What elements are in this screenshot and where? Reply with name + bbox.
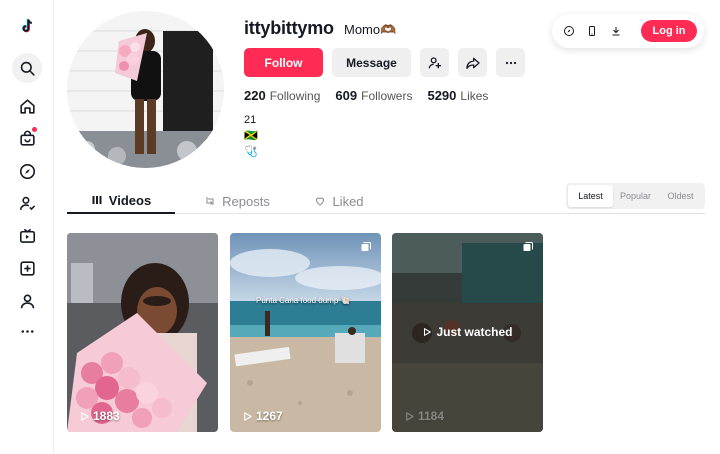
play-outline-icon xyxy=(244,411,252,421)
profile-avatar xyxy=(67,11,224,168)
share-button[interactable] xyxy=(458,48,487,77)
tiktok-logo-icon[interactable] xyxy=(12,11,42,41)
photo-carousel-icon xyxy=(361,242,371,251)
profile-username: ittybittymo xyxy=(244,18,334,38)
live-tv-icon[interactable] xyxy=(12,221,42,251)
search-icon[interactable] xyxy=(12,53,42,83)
video-caption: Punta Cana food dump 🐚 xyxy=(256,296,351,305)
video-thumbnail xyxy=(67,233,218,432)
sidebar-rail xyxy=(0,0,54,454)
play-outline-icon xyxy=(406,411,414,421)
following-users-icon[interactable] xyxy=(12,188,42,218)
tab-reposts[interactable]: Reposts xyxy=(187,188,287,214)
more-horizontal-icon xyxy=(505,61,516,64)
video-views: 1883 xyxy=(79,409,120,423)
just-watched-text: Just watched xyxy=(436,325,513,339)
share-arrow-icon xyxy=(465,57,480,69)
likes-label: Likes xyxy=(460,89,489,103)
video-views: 1267 xyxy=(242,409,283,423)
tab-liked[interactable]: Liked xyxy=(297,188,381,214)
video-views: 1184 xyxy=(404,409,444,423)
likes-stat: 5290 Likes xyxy=(427,88,488,103)
sort-popular[interactable]: Popular xyxy=(613,185,658,207)
videos-grid-icon xyxy=(92,196,102,204)
more-options-button[interactable] xyxy=(496,48,525,77)
add-friend-button[interactable] xyxy=(420,48,449,77)
home-icon[interactable] xyxy=(12,91,42,121)
profile-user-icon[interactable] xyxy=(12,286,42,316)
add-user-icon xyxy=(428,56,441,68)
followers-label: Followers xyxy=(361,89,413,103)
profile-nickname: Momo🫶🏾 xyxy=(344,22,397,37)
message-button[interactable]: Message xyxy=(332,48,411,77)
profile-stats: 220 Following 609 Followers 5290 Likes xyxy=(244,88,488,103)
video-views-count: 1184 xyxy=(418,409,445,423)
shop-bag-icon[interactable] xyxy=(12,123,42,153)
bio-stethoscope: 🩺 xyxy=(244,146,258,158)
followers-stat[interactable]: 609 Followers xyxy=(335,88,412,103)
play-outline-icon xyxy=(81,411,89,421)
mobile-app-icon[interactable] xyxy=(584,23,600,39)
liked-heart-icon xyxy=(316,197,325,206)
video-thumbnail xyxy=(230,233,381,432)
tab-reposts-label: Reposts xyxy=(222,193,270,209)
photo-carousel-icon xyxy=(523,242,533,251)
just-watched-label: Just watched xyxy=(392,325,543,339)
top-action-bar: Log in xyxy=(552,14,704,48)
video-views-count: 1267 xyxy=(256,409,283,423)
more-dots-icon[interactable] xyxy=(12,316,42,346)
video-card-3[interactable]: Just watched 1184 xyxy=(392,233,543,432)
following-label: Following xyxy=(269,89,321,103)
download-icon[interactable] xyxy=(608,23,624,39)
tab-liked-label: Liked xyxy=(332,193,364,209)
sort-latest[interactable]: Latest xyxy=(568,185,613,207)
upload-plus-icon[interactable] xyxy=(12,253,42,283)
following-stat[interactable]: 220 Following xyxy=(244,88,320,103)
coin-icon[interactable] xyxy=(561,23,577,39)
play-outline-icon xyxy=(424,328,432,336)
following-count: 220 xyxy=(244,88,266,103)
followers-count: 609 xyxy=(335,88,358,103)
repost-icon xyxy=(206,197,214,205)
explore-compass-icon[interactable] xyxy=(12,156,42,186)
bio-age: 21 xyxy=(244,114,257,126)
login-button[interactable]: Log in xyxy=(641,20,697,42)
likes-count: 5290 xyxy=(427,88,457,103)
video-card-2[interactable]: Punta Cana food dump 🐚 1267 xyxy=(230,233,381,432)
sort-oldest[interactable]: Oldest xyxy=(658,185,703,207)
bio-flag: 🇯🇲 xyxy=(244,130,258,142)
notification-dot xyxy=(32,127,37,132)
follow-button[interactable]: Follow xyxy=(244,48,323,77)
tab-videos[interactable]: Videos xyxy=(67,188,175,214)
video-card-1[interactable]: 1883 xyxy=(67,233,218,432)
tab-videos-label: Videos xyxy=(108,192,152,208)
video-views-count: 1883 xyxy=(93,409,120,423)
sort-toggle: Latest Popular Oldest xyxy=(566,183,705,209)
